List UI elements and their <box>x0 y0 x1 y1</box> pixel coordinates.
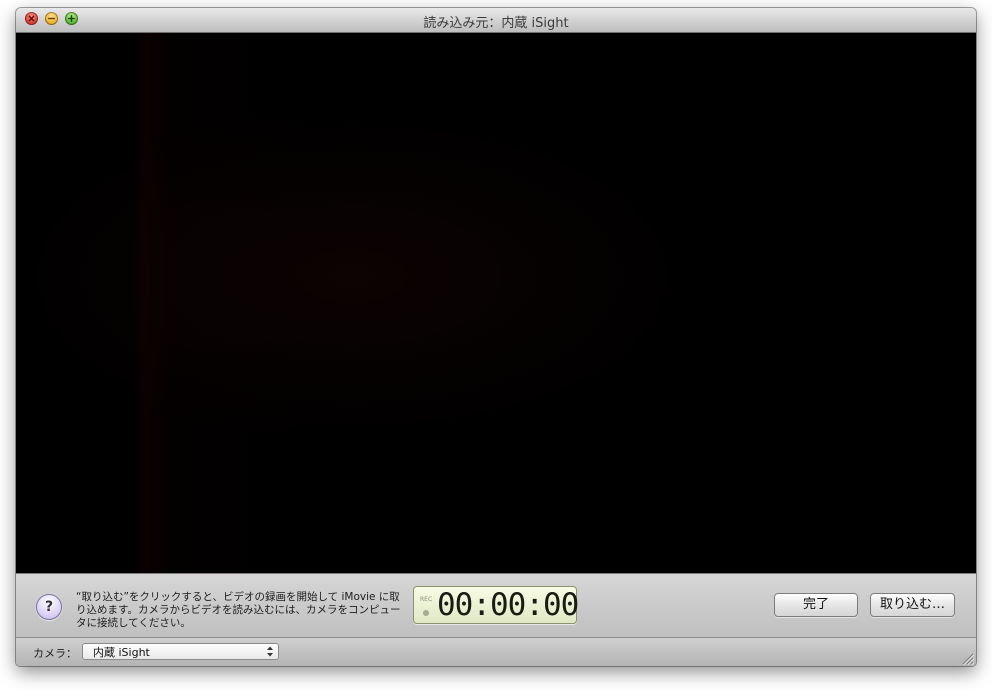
instructions-text: “取り込む”をクリックすると、ビデオの録画を開始して iMovie に取り込めま… <box>76 591 401 629</box>
help-button[interactable]: ? <box>36 594 62 620</box>
record-dot-icon <box>423 610 429 616</box>
video-preview <box>16 33 976 573</box>
import-button[interactable]: 取り込む… <box>870 593 955 617</box>
timecode-display: REC 00:00:00 <box>413 586 579 624</box>
timecode: 00:00:00 <box>437 587 579 623</box>
bottom-bar: カメラ： 内蔵 iSight <box>16 637 976 666</box>
help-icon: ? <box>44 599 54 615</box>
window-title: 読み込み元：内蔵 iSight <box>423 16 569 31</box>
import-window: 読み込み元：内蔵 iSight ? “取り込む”をクリックすると、ビデオの録画を… <box>16 8 976 666</box>
control-bar: ? “取り込む”をクリックすると、ビデオの録画を開始して iMovie に取り込… <box>16 573 976 638</box>
title-bar[interactable]: 読み込み元：内蔵 iSight <box>16 8 976 33</box>
updown-arrows-icon <box>267 646 273 657</box>
camera-selected-value: 内蔵 iSight <box>93 646 150 659</box>
camera-label: カメラ： <box>33 647 77 660</box>
resize-grip-icon[interactable] <box>960 651 974 665</box>
rec-label: REC <box>420 596 433 603</box>
done-button[interactable]: 完了 <box>774 593 858 617</box>
camera-select[interactable]: 内蔵 iSight <box>82 643 279 660</box>
